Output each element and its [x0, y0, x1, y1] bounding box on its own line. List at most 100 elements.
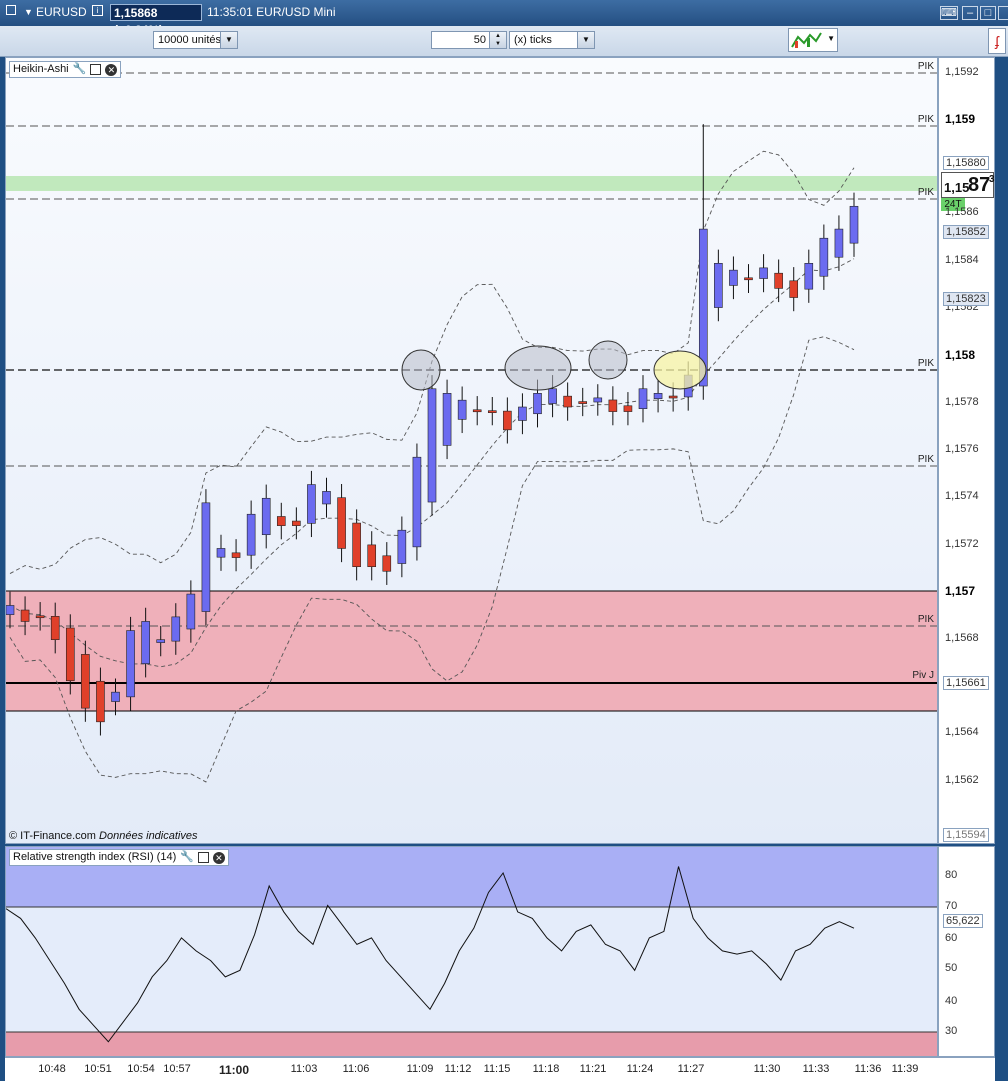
price-tag: 1,15823: [943, 292, 989, 306]
price-tag: 1,15661: [943, 676, 989, 690]
rsi-panel-header: Relative strength index (RSI) (14) 🔧 ✕: [9, 849, 229, 866]
bearish-candle: [744, 277, 753, 281]
period-value: 50: [473, 34, 486, 46]
pivot-label: PIK: [917, 61, 934, 72]
minimize-button[interactable]: –: [962, 6, 978, 20]
time-tick: 11:12: [444, 1063, 472, 1075]
bullish-candle: [729, 269, 738, 286]
price-tick: 1,1574: [945, 490, 979, 502]
rsi-axis[interactable]: 80 70 65,622 60 50 40 30: [938, 846, 995, 1057]
chevron-down-icon[interactable]: ▼: [24, 7, 33, 17]
bullish-candle: [156, 639, 166, 643]
bearish-candle: [20, 609, 30, 622]
time-tick: 11:33: [802, 1063, 830, 1075]
panel-title: Heikin-Ashi: [13, 63, 69, 75]
bearish-candle: [292, 520, 301, 526]
price-tick: 1,1572: [945, 538, 979, 550]
price-tick: 1,1576: [945, 443, 979, 455]
chevron-down-icon[interactable]: ▼: [827, 34, 835, 43]
close-icon[interactable]: ✕: [105, 63, 118, 76]
time-tick: 11:39: [891, 1063, 919, 1075]
bullish-candle: [322, 491, 331, 505]
period-stepper[interactable]: 50 ▲ ▼: [431, 31, 507, 49]
annotation-ellipse-highlight[interactable]: [653, 350, 707, 390]
time-tick: 11:15: [483, 1063, 511, 1075]
bullish-candle: [518, 406, 527, 421]
period-unit-value: (x) ticks: [514, 34, 552, 46]
tools-icon[interactable]: ʄ: [988, 28, 1006, 54]
time-axis[interactable]: 10:48 10:51 10:54 10:57 11:00 11:03 11:0…: [5, 1057, 995, 1081]
bearish-candle: [774, 272, 783, 289]
data-source-note: © IT-Finance.com Données indicatives: [9, 830, 197, 842]
price-axis[interactable]: 1,1592 1,159 1,15880 1,15 87 3 24T 1,158…: [938, 57, 995, 844]
rsi-chart[interactable]: [6, 847, 938, 1057]
window-icon[interactable]: [90, 64, 102, 75]
time-tick: 10:51: [84, 1063, 112, 1075]
time-tick: 11:30: [753, 1063, 781, 1075]
bearish-candle: [337, 497, 346, 549]
current-price-box: 1,15 87 3: [941, 172, 995, 198]
current-price-prefix: 1,15: [944, 180, 970, 195]
wrench-icon[interactable]: 🔧: [73, 63, 87, 76]
time-tick: 10:48: [38, 1063, 66, 1075]
price-tick: 1,1592: [945, 66, 979, 78]
time-tick: 11:36: [854, 1063, 882, 1075]
price-chart[interactable]: [6, 58, 938, 844]
spin-arrows-icon[interactable]: ▲ ▼: [489, 32, 506, 48]
time-tick: 10:54: [127, 1063, 155, 1075]
time-tick: 11:21: [579, 1063, 607, 1075]
bullish-candle: [111, 691, 120, 702]
close-icon[interactable]: ✕: [212, 851, 225, 864]
time-tick: 11:06: [342, 1063, 370, 1075]
bearish-candle: [563, 395, 572, 408]
maximize-button[interactable]: □: [980, 6, 996, 20]
time-tick: 11:27: [677, 1063, 705, 1075]
price-tick: 1,157: [945, 584, 976, 598]
quantity-value: 10000 unités: [158, 34, 221, 46]
keyboard-icon[interactable]: ⌨: [940, 6, 958, 20]
price-tick: 1,1564: [945, 726, 979, 738]
price-tick: 1,1578: [945, 396, 979, 408]
pivot-level-lines: [6, 72, 937, 627]
bullish-candle: [714, 263, 723, 308]
bullish-candle: [186, 593, 196, 630]
info-icon[interactable]: i: [92, 5, 103, 16]
pivot-label: Piv J: [912, 670, 934, 681]
bullish-candle: [126, 630, 135, 698]
time-tick: 11:09: [406, 1063, 434, 1075]
chart-style-button[interactable]: ▼: [788, 28, 838, 52]
bullish-candle: [307, 484, 316, 524]
symbol-label[interactable]: EURUSD: [36, 5, 87, 19]
window-title: 11:35:01 EUR/USD Mini: [207, 5, 336, 19]
main-chart-panel[interactable]: PIK PIK PIK PIK PIK PIK Piv J Heikin-Ash…: [5, 57, 938, 844]
wrench-icon[interactable]: 🔧: [180, 851, 194, 864]
chart-toolbar: 10000 unités ▼ 50 ▲ ▼ (x) ticks ▼ ▼ ʄ: [0, 26, 1008, 57]
annotation-ellipse[interactable]: [504, 345, 572, 391]
window-menu-icon[interactable]: [6, 5, 16, 15]
bearish-candle: [789, 280, 799, 298]
bullish-candle: [457, 399, 467, 420]
bullish-candle: [533, 393, 542, 415]
window-icon[interactable]: [197, 852, 209, 863]
current-price-big: 87: [968, 174, 991, 196]
bullish-candle: [216, 548, 226, 558]
rsi-tick: 80: [945, 869, 958, 881]
chevron-down-icon[interactable]: ▼: [220, 32, 237, 48]
annotation-ellipse[interactable]: [588, 340, 628, 380]
rsi-tick: 40: [945, 995, 958, 1007]
quantity-select[interactable]: 10000 unités ▼: [153, 31, 238, 49]
close-button[interactable]: [998, 6, 1008, 20]
price-tag: 1,15594: [943, 828, 989, 842]
price-tick: 1,1568: [945, 632, 979, 644]
chevron-down-icon[interactable]: ▼: [577, 32, 594, 48]
bullish-candle: [246, 513, 256, 556]
period-unit-select[interactable]: (x) ticks ▼: [509, 31, 595, 49]
price-tick: 1,1586: [945, 206, 979, 218]
window-border: [995, 57, 1008, 1080]
rsi-panel[interactable]: Relative strength index (RSI) (14) 🔧 ✕: [5, 846, 938, 1057]
bearish-candle: [96, 680, 105, 723]
bullish-candle: [6, 605, 15, 615]
price-tick: 1,159: [945, 112, 976, 126]
annotation-ellipse[interactable]: [401, 349, 441, 391]
pivot-label: PIK: [917, 614, 934, 625]
